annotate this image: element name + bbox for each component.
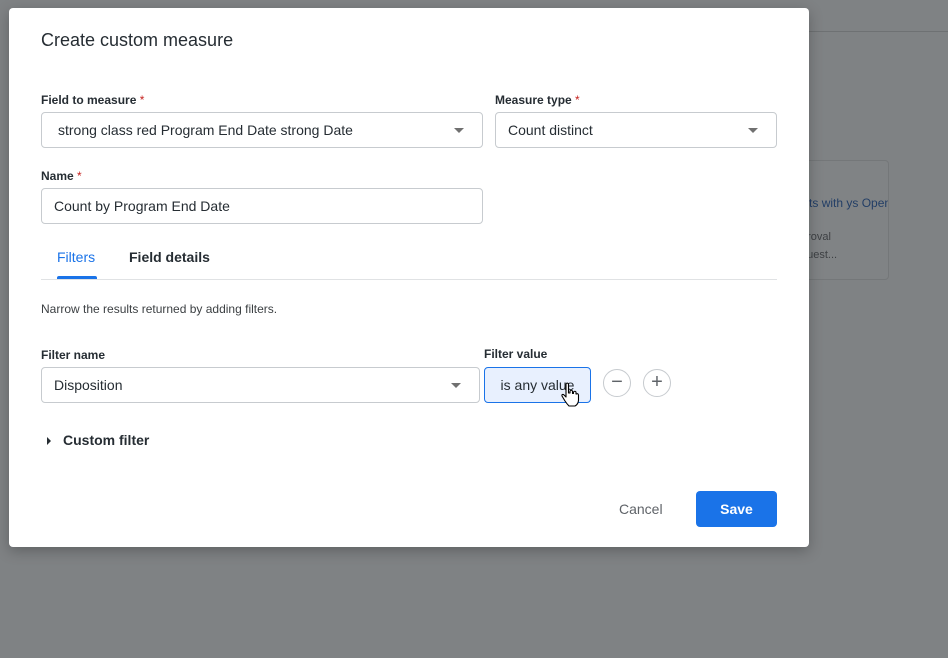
measure-type-select[interactable]: Count distinct [495, 112, 777, 148]
filter-name-select[interactable]: Disposition [41, 367, 480, 403]
custom-filter-toggle[interactable]: Custom filter [47, 432, 149, 448]
field-to-measure-label-text: Field to measure [41, 93, 137, 107]
dialog-title: Create custom measure [41, 30, 234, 50]
field-to-measure-select[interactable]: strong class red Program End Date strong… [41, 112, 483, 148]
filter-name-value: Disposition [54, 377, 123, 393]
name-input[interactable]: Count by Program End Date [41, 188, 483, 224]
chevron-down-icon [451, 383, 461, 388]
name-label-text: Name [41, 169, 74, 183]
tabs-divider [41, 279, 777, 280]
name-label: Name * [41, 169, 82, 183]
required-mark: * [139, 93, 145, 107]
caret-right-icon [47, 437, 51, 446]
hand-cursor-icon [561, 382, 580, 407]
measure-type-label-text: Measure type [495, 93, 572, 107]
filters-description: Narrow the results returned by adding fi… [41, 302, 278, 316]
filter-value-label: Filter value [484, 347, 548, 361]
measure-type-value: Count distinct [508, 122, 593, 138]
tab-field-details[interactable]: Field details [129, 249, 210, 265]
cancel-button[interactable]: Cancel [619, 501, 663, 517]
chevron-down-icon [454, 128, 464, 133]
background-top-divider [809, 31, 948, 32]
required-mark: * [77, 169, 82, 183]
custom-measure-dialog: Create custom measure Field to measure *… [9, 8, 809, 547]
remove-filter-button[interactable]: − [603, 369, 631, 397]
tab-filters[interactable]: Filters [57, 249, 95, 265]
name-input-value: Count by Program End Date [54, 198, 230, 214]
measure-type-label: Measure type * [495, 93, 580, 107]
add-filter-button[interactable]: + [643, 369, 671, 397]
field-to-measure-label: Field to measure * [41, 93, 144, 107]
field-to-measure-value: strong class red Program End Date strong… [58, 122, 353, 138]
required-mark: * [575, 93, 580, 107]
save-button[interactable]: Save [696, 491, 777, 527]
filter-name-label: Filter name [41, 348, 106, 362]
chevron-down-icon [748, 128, 758, 133]
custom-filter-label: Custom filter [63, 432, 150, 448]
